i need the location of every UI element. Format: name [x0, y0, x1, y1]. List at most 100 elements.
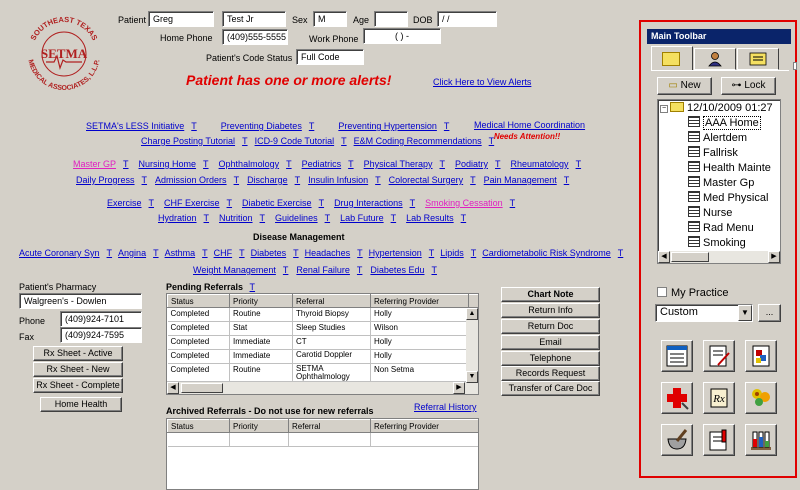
disease-link[interactable]: Diabetes Edu: [370, 265, 424, 275]
disease-link[interactable]: Diabetes: [251, 248, 287, 258]
orders-link[interactable]: Admission Orders: [155, 175, 227, 185]
specialty-t-link[interactable]: T: [576, 159, 582, 169]
pharmacy-phone-field[interactable]: (409)924-7101: [60, 311, 142, 327]
education-t-link[interactable]: T: [149, 198, 155, 208]
disease-t-link[interactable]: T: [293, 248, 299, 258]
forms-tree[interactable]: − 12/10/2009 01:27 AAA Home Alertdem Fallris…: [657, 99, 781, 264]
tree-form-node[interactable]: Alertdem: [660, 131, 780, 146]
education-t-link[interactable]: T: [510, 198, 516, 208]
scroll-right-icon[interactable]: ▶: [453, 382, 465, 394]
quick-t-link[interactable]: T: [309, 121, 315, 131]
disease-t-link[interactable]: T: [431, 265, 437, 275]
archived-column-header[interactable]: Referral: [288, 419, 371, 433]
pending-vscrollbar[interactable]: ▲ ▼: [466, 308, 478, 383]
tree-form-node[interactable]: Master Gp: [660, 176, 780, 191]
disease-link[interactable]: Asthma: [165, 248, 196, 258]
last-name-field[interactable]: Test Jr: [222, 11, 286, 27]
pending-referral-row[interactable]: Completed Immediate Carotid Doppler Holly: [167, 349, 478, 364]
email-button[interactable]: Email: [501, 335, 600, 350]
disease-link[interactable]: CHF: [214, 248, 233, 258]
scroll-up-icon[interactable]: ▲: [466, 308, 478, 320]
disease-link[interactable]: Lipids: [440, 248, 464, 258]
orders-link[interactable]: Daily Progress: [76, 175, 135, 185]
disease-t-link[interactable]: T: [357, 265, 363, 275]
tree-form-node[interactable]: Smoking: [660, 236, 780, 251]
orders-link[interactable]: Colorectal Surgery: [389, 175, 464, 185]
collapse-icon[interactable]: −: [660, 105, 668, 113]
quick-t-link[interactable]: T: [444, 121, 450, 131]
specialty-link[interactable]: Nursing Home: [139, 159, 197, 169]
pending-column-header[interactable]: Status: [167, 294, 230, 308]
education-link[interactable]: Diabetic Exercise: [242, 198, 312, 208]
orders-link[interactable]: Discharge: [247, 175, 288, 185]
tree-form-node[interactable]: Nurse: [660, 206, 780, 221]
disease-t-link[interactable]: T: [153, 248, 159, 258]
tree-form-node[interactable]: Med Physical: [660, 191, 780, 206]
pending-referral-row[interactable]: Completed Immediate CT Holly: [167, 335, 478, 350]
resource-t-link[interactable]: T: [391, 213, 397, 223]
transfer-of-care-doc-button[interactable]: Transfer of Care Doc: [501, 381, 600, 396]
specialty-link[interactable]: Ophthalmology: [219, 159, 280, 169]
lab-order-button[interactable]: [703, 424, 735, 456]
specialty-t-link[interactable]: T: [439, 159, 445, 169]
resource-t-link[interactable]: T: [461, 213, 467, 223]
resource-link[interactable]: Lab Results: [406, 213, 454, 223]
tree-form-node[interactable]: Health Mainte: [660, 161, 780, 176]
specialty-t-link[interactable]: T: [495, 159, 501, 169]
orders-t-link[interactable]: T: [234, 175, 240, 185]
age-field[interactable]: [374, 11, 408, 27]
tree-form-node[interactable]: AAA Home: [660, 116, 780, 131]
form-list-button[interactable]: [661, 340, 693, 372]
resource-link[interactable]: Hydration: [158, 213, 197, 223]
specialty-t-link[interactable]: T: [203, 159, 209, 169]
disease-link[interactable]: Hypertension: [369, 248, 422, 258]
medical-home-coordination-link[interactable]: Medical Home Coordination: [474, 120, 585, 130]
rx-sheet-new-button[interactable]: Rx Sheet - New: [33, 362, 123, 377]
view-alerts-link[interactable]: Click Here to View Alerts: [433, 77, 531, 87]
rx-sheet-complete-button[interactable]: Rx Sheet - Complete: [33, 378, 123, 393]
rx-sheet-active-button[interactable]: Rx Sheet - Active: [33, 346, 123, 361]
tree-form-node[interactable]: Fallrisk: [660, 146, 780, 161]
return-doc-button[interactable]: Return Doc: [501, 319, 600, 334]
archived-column-header[interactable]: Status: [167, 419, 230, 433]
new-button[interactable]: ▭ New: [657, 77, 712, 95]
disease-t-link[interactable]: T: [107, 248, 113, 258]
custom-select[interactable]: Custom ▼: [655, 304, 753, 322]
tutorial-link[interactable]: Charge Posting Tutorial: [141, 136, 235, 146]
disease-link[interactable]: Cardiometabolic Risk Syndrome: [482, 248, 611, 258]
tutorial-link[interactable]: E&M Coding Recommendations: [354, 136, 482, 146]
tree-folder-node[interactable]: − 12/10/2009 01:27: [660, 101, 780, 116]
tab-notes[interactable]: [737, 48, 779, 70]
sex-field[interactable]: M: [313, 11, 347, 27]
pharmacy-fax-field[interactable]: (409)924-7595: [60, 327, 142, 343]
disease-t-link[interactable]: T: [202, 248, 208, 258]
resource-t-link[interactable]: T: [204, 213, 210, 223]
tree-scroll-thumb[interactable]: [671, 252, 709, 262]
tab-folders[interactable]: [651, 46, 693, 71]
code-status-field[interactable]: Full Code: [296, 49, 364, 65]
disease-link[interactable]: Weight Management: [193, 265, 276, 275]
orders-link[interactable]: Insulin Infusion: [308, 175, 368, 185]
tree-hscrollbar[interactable]: ◀ ▶: [658, 251, 780, 263]
specialty-link[interactable]: Physical Therapy: [364, 159, 433, 169]
resource-link[interactable]: Guidelines: [275, 213, 318, 223]
disease-t-link[interactable]: T: [429, 248, 435, 258]
orders-t-link[interactable]: T: [375, 175, 381, 185]
orders-link[interactable]: Pain Management: [484, 175, 557, 185]
telephone-button[interactable]: Telephone: [501, 351, 600, 366]
specialty-t-link[interactable]: T: [286, 159, 292, 169]
resource-t-link[interactable]: T: [260, 213, 266, 223]
home-phone-field[interactable]: (409)555-5555: [222, 29, 288, 45]
referral-history-link[interactable]: Referral History: [414, 402, 477, 412]
pending-column-header[interactable]: Referral: [292, 294, 371, 308]
archived-column-header[interactable]: Referring Provider: [370, 419, 478, 433]
education-link[interactable]: Exercise: [107, 198, 142, 208]
records-request-button[interactable]: Records Request: [501, 366, 600, 381]
lock-button[interactable]: ⊶ Lock: [721, 77, 776, 95]
resource-link[interactable]: Nutrition: [219, 213, 253, 223]
test-tubes-button[interactable]: [745, 424, 777, 456]
archived-referrals-table[interactable]: Status Priority Referral Referring Provider: [166, 418, 479, 490]
flowers-button[interactable]: [745, 382, 777, 414]
medical-cross-button[interactable]: [661, 382, 693, 414]
scroll-down-icon[interactable]: ▼: [466, 371, 478, 383]
